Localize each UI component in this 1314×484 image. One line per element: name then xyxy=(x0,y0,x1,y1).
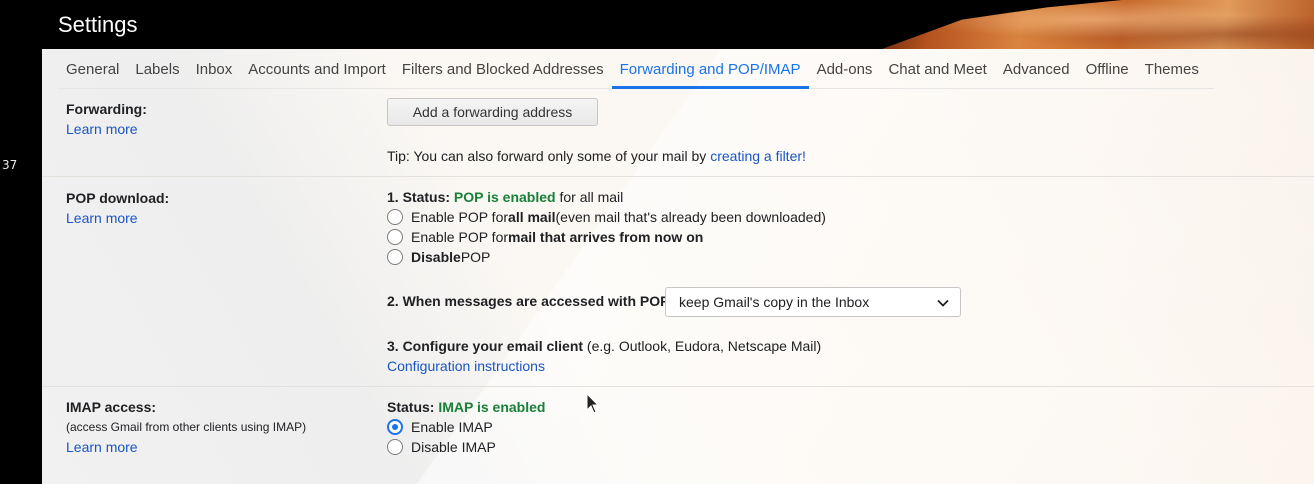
tab-themes[interactable]: Themes xyxy=(1137,49,1207,89)
enable-imap-radio[interactable] xyxy=(387,419,403,435)
settings-tabs: General Labels Inbox Accounts and Import… xyxy=(58,49,1214,89)
pop-status-value: POP is enabled xyxy=(453,189,556,205)
tab-advanced[interactable]: Advanced xyxy=(995,49,1078,89)
configuration-instructions-link[interactable]: Configuration instructions xyxy=(387,358,545,374)
pop-option-all-mail[interactable]: Enable POP for all mail (even mail that'… xyxy=(387,209,826,225)
pop-access-label: 2. When messages are accessed with POP xyxy=(387,293,670,309)
tab-add-ons[interactable]: Add-ons xyxy=(809,49,881,89)
tab-forwarding-pop-imap[interactable]: Forwarding and POP/IMAP xyxy=(611,49,809,89)
chevron-down-icon xyxy=(937,299,949,307)
pop-from-now-radio[interactable] xyxy=(387,229,403,245)
pop-access-dropdown[interactable]: keep Gmail's copy in the Inbox xyxy=(665,287,961,317)
pop-label: POP download: xyxy=(66,190,170,206)
forwarding-tip: Tip: You can also forward only some of y… xyxy=(387,148,806,164)
tab-accounts-and-import[interactable]: Accounts and Import xyxy=(240,49,394,89)
pop-learn-more-link[interactable]: Learn more xyxy=(66,210,138,226)
side-number: 37 xyxy=(2,158,18,172)
imap-sublabel: (access Gmail from other clients using I… xyxy=(66,420,307,434)
left-strip: 37 xyxy=(0,0,42,484)
tab-filters[interactable]: Filters and Blocked Addresses xyxy=(394,49,612,89)
imap-label: IMAP access: xyxy=(66,399,157,415)
disable-imap-radio[interactable] xyxy=(387,439,403,455)
pop-all-mail-radio[interactable] xyxy=(387,209,403,225)
tab-offline[interactable]: Offline xyxy=(1078,49,1137,89)
add-forwarding-address-button[interactable]: Add a forwarding address xyxy=(387,98,598,126)
tab-inbox[interactable]: Inbox xyxy=(188,49,241,89)
pop-status: 1. Status: POP is enabled for all mail xyxy=(387,189,624,205)
imap-option-disable[interactable]: Disable IMAP xyxy=(387,439,496,455)
pop-disable-radio[interactable] xyxy=(387,249,403,265)
pop-option-from-now-on[interactable]: Enable POP for mail that arrives from no… xyxy=(387,229,703,245)
forwarding-learn-more-link[interactable]: Learn more xyxy=(66,121,138,137)
imap-status-value: IMAP is enabled xyxy=(438,399,546,415)
pop-option-disable[interactable]: Disable POP xyxy=(387,249,490,265)
imap-option-enable[interactable]: Enable IMAP xyxy=(387,419,493,435)
settings-header: Settings xyxy=(42,0,1314,49)
forwarding-label: Forwarding: xyxy=(66,101,147,117)
settings-content: General Labels Inbox Accounts and Import… xyxy=(42,49,1314,484)
pop-access-selected: keep Gmail's copy in the Inbox xyxy=(679,294,870,310)
theme-background-image xyxy=(882,0,1314,49)
imap-status: Status: IMAP is enabled xyxy=(387,399,546,415)
tab-chat-and-meet[interactable]: Chat and Meet xyxy=(880,49,994,89)
imap-section: IMAP access: (access Gmail from other cl… xyxy=(42,387,1314,484)
tab-labels[interactable]: Labels xyxy=(127,49,187,89)
creating-filter-link[interactable]: creating a filter! xyxy=(710,148,806,164)
page-title: Settings xyxy=(58,12,138,37)
tab-general[interactable]: General xyxy=(58,49,127,89)
imap-learn-more-link[interactable]: Learn more xyxy=(66,439,138,455)
pop-configure: 3. Configure your email client (e.g. Out… xyxy=(387,338,822,354)
mouse-cursor-icon xyxy=(586,393,600,414)
